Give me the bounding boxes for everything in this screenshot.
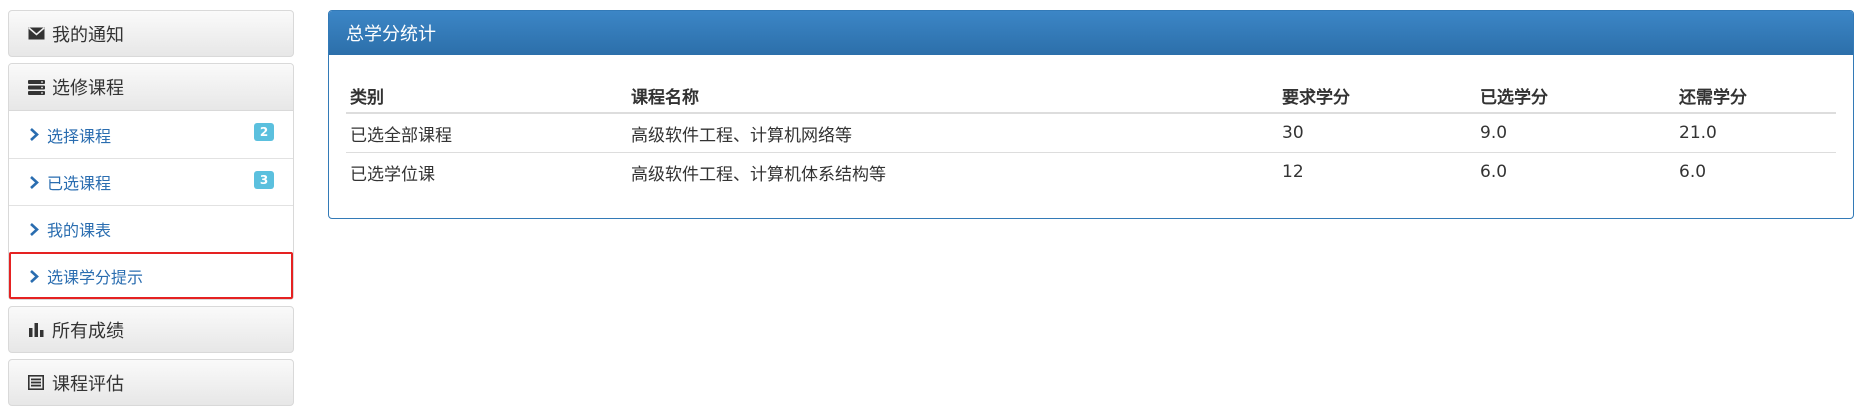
sidebar-course-evaluation[interactable]: 课程评估 <box>8 359 294 406</box>
sidebar-item-label: 选择课程 <box>47 126 112 146</box>
column-header-course-name: 课程名称 <box>627 77 1278 114</box>
cell-selected-credits: 6.0 <box>1480 162 1508 182</box>
sidebar-item-label: 我的课表 <box>47 221 112 240</box>
sidebar-notifications-label: 我的通知 <box>52 24 124 46</box>
page: 我的通知 选修课程 选择课程 2 已选课程 3 我的课表 选课学分提示 所有成绩… <box>0 0 1863 416</box>
sidebar-item-label: 选课学分提示 <box>47 268 144 287</box>
column-header-required-credits: 要求学分 <box>1278 77 1476 114</box>
sidebar-all-grades[interactable]: 所有成绩 <box>8 306 294 353</box>
column-header-selected-credits: 已选学分 <box>1476 77 1675 114</box>
list-alt-icon <box>26 373 46 393</box>
chevron-right-icon <box>29 128 41 142</box>
sidebar-elective-group: 选修课程 选择课程 2 已选课程 3 我的课表 选课学分提示 <box>8 63 294 300</box>
table-row: 已选全部课程 高级软件工程、计算机网络等 30 9.0 21.0 <box>346 113 1836 153</box>
sidebar-item-credit-tips[interactable]: 选课学分提示 <box>9 252 293 299</box>
cell-selected-credits: 9.0 <box>1476 113 1675 153</box>
envelope-icon <box>26 24 46 44</box>
sidebar-item-select-course[interactable]: 选择课程 2 <box>9 111 293 158</box>
cell-course-name: 高级软件工程、计算机体系结构等 <box>631 164 886 185</box>
sidebar-notifications[interactable]: 我的通知 <box>8 10 294 57</box>
sidebar-item-label: 已选课程 <box>47 174 112 193</box>
sidebar-elective-header[interactable]: 选修课程 <box>9 64 293 111</box>
column-header-remaining-credits: 还需学分 <box>1675 77 1836 114</box>
cell-remaining-credits: 6.0 <box>1679 162 1707 182</box>
sidebar: 我的通知 选修课程 选择课程 2 已选课程 3 我的课表 选课学分提示 所有成绩… <box>8 10 294 406</box>
credit-table: 类别 课程名称 要求学分 已选学分 还需学分 已选全部课程 高级软件工程、计算机… <box>346 77 1836 191</box>
cell-required-credits: 30 <box>1278 113 1476 153</box>
sidebar-evaluation-label: 课程评估 <box>52 373 124 395</box>
table-header-row: 类别 课程名称 要求学分 已选学分 还需学分 <box>346 77 1836 114</box>
credit-stats-panel: 总学分统计 类别 课程名称 要求学分 已选学分 还需学分 已选全部课程 高级软件… <box>328 10 1854 219</box>
count-badge: 2 <box>254 123 274 141</box>
column-header-category: 类别 <box>346 77 627 114</box>
sidebar-item-selected-courses[interactable]: 已选课程 3 <box>9 158 293 205</box>
sidebar-grades-label: 所有成绩 <box>52 320 124 342</box>
cell-required-credits: 12 <box>1282 162 1304 182</box>
cell-remaining-credits: 21.0 <box>1675 113 1836 153</box>
cell-category: 已选全部课程 <box>346 113 627 153</box>
count-badge: 3 <box>254 171 274 189</box>
cell-course-name: 高级软件工程、计算机网络等 <box>627 113 1278 153</box>
chevron-right-icon <box>29 222 41 236</box>
panel-body: 类别 课程名称 要求学分 已选学分 还需学分 已选全部课程 高级软件工程、计算机… <box>329 55 1853 191</box>
sidebar-item-my-timetable[interactable]: 我的课表 <box>9 205 293 252</box>
stack-icon <box>26 77 46 97</box>
cell-category: 已选学位课 <box>350 164 435 185</box>
sidebar-elective-label: 选修课程 <box>52 78 124 99</box>
bar-chart-icon <box>26 320 46 340</box>
table-row: 已选学位课 高级软件工程、计算机体系结构等 12 6.0 6.0 <box>346 153 1836 192</box>
chevron-right-icon <box>29 175 41 189</box>
chevron-right-icon <box>29 269 41 283</box>
panel-title: 总学分统计 <box>329 11 1853 55</box>
